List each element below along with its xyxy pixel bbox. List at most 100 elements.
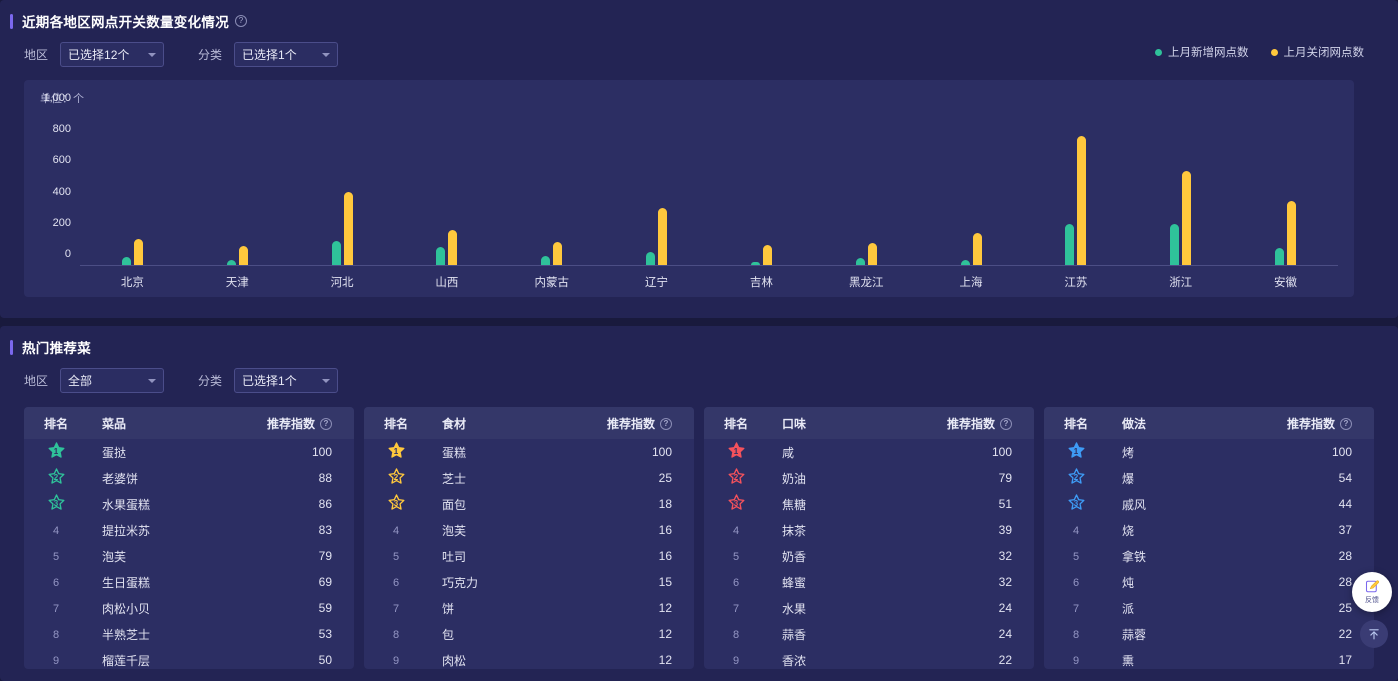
x-axis-label: 上海 — [959, 277, 983, 289]
chevron-down-icon — [322, 52, 331, 57]
bar-open-count — [1275, 248, 1285, 265]
filter-label-category: 分类 — [198, 374, 223, 388]
back-to-top-button[interactable] — [1360, 620, 1388, 648]
tables-category-select[interactable]: 已选择1个 — [234, 368, 339, 393]
table-row[interactable]: 1 蛋糕 100 — [364, 439, 694, 465]
table-row[interactable]: 9 榴莲千层 50 — [24, 647, 354, 669]
bar-group[interactable] — [919, 109, 1024, 265]
table-row[interactable]: 1 蛋挞 100 — [24, 439, 354, 465]
cell-name: 抹茶 — [782, 523, 807, 538]
help-circle-icon[interactable]: ? — [1000, 418, 1012, 431]
table-row[interactable]: 6 生日蛋糕 69 — [24, 569, 354, 595]
table-row[interactable]: 2 芝士 25 — [364, 465, 694, 491]
rank-number: 4 — [732, 525, 740, 537]
cell-name: 吐司 — [442, 549, 467, 564]
category-select[interactable]: 已选择1个 — [234, 42, 339, 67]
bar-group[interactable] — [80, 109, 185, 265]
rank-star-icon: 2 — [388, 468, 405, 485]
bar-group[interactable] — [1128, 109, 1233, 265]
table-row[interactable]: 3 戚风 44 — [1044, 491, 1374, 517]
help-circle-icon[interactable]: ? — [235, 15, 247, 27]
table-row[interactable]: 6 蜂蜜 32 — [704, 569, 1034, 595]
bar-open-count — [436, 247, 446, 265]
table-row[interactable]: 9 肉松 12 — [364, 647, 694, 669]
table-row[interactable]: 5 奶香 32 — [704, 543, 1034, 569]
bar-group[interactable] — [394, 109, 499, 265]
bar-group[interactable] — [709, 109, 814, 265]
cell-name: 戚风 — [1122, 497, 1147, 512]
table-row[interactable]: 6 巧克力 15 — [364, 569, 694, 595]
tables-region-select[interactable]: 全部 — [60, 368, 165, 393]
table-row[interactable]: 1 烤 100 — [1044, 439, 1374, 465]
table-row[interactable]: 5 拿铁 28 — [1044, 543, 1374, 569]
table-row[interactable]: 2 老婆饼 88 — [24, 465, 354, 491]
help-circle-icon[interactable]: ? — [1340, 418, 1352, 431]
cell-rank: 9 — [364, 647, 428, 669]
table-row[interactable]: 7 饼 12 — [364, 595, 694, 621]
legend-label: 上月新增网点数 — [1168, 47, 1249, 59]
bar-group[interactable] — [290, 109, 395, 265]
table-row[interactable]: 5 吐司 16 — [364, 543, 694, 569]
bar-group[interactable] — [499, 109, 604, 265]
table-row[interactable]: 2 奶油 79 — [704, 465, 1034, 491]
table-row[interactable]: 4 烧 37 — [1044, 517, 1374, 543]
feedback-button[interactable]: 反馈 — [1352, 572, 1392, 612]
table-row[interactable]: 3 焦糖 51 — [704, 491, 1034, 517]
cell-rank: 7 — [1044, 595, 1108, 621]
x-axis-label: 浙江 — [1169, 277, 1193, 289]
table-row[interactable]: 8 包 12 — [364, 621, 694, 647]
cell-score: 50 — [318, 653, 332, 667]
table-row[interactable]: 3 水果蛋糕 86 — [24, 491, 354, 517]
cell-rank: 9 — [704, 647, 768, 669]
table-row[interactable]: 3 面包 18 — [364, 491, 694, 517]
table-row[interactable]: 7 肉松小贝 59 — [24, 595, 354, 621]
region-select[interactable]: 已选择12个 — [60, 42, 165, 67]
bar-group[interactable] — [814, 109, 919, 265]
cell-rank: 3 — [704, 491, 768, 517]
rank-star-icon: 2 — [48, 468, 65, 485]
rank-number: 4 — [1072, 525, 1080, 537]
cell-name: 香浓 — [782, 653, 807, 668]
y-axis-tick: 400 — [52, 185, 71, 198]
table-row[interactable]: 4 抹茶 39 — [704, 517, 1034, 543]
dashboard-page: 近期各地区网点开关数量变化情况 ? 地区 已选择12个 分类 已选择1个 上月新… — [0, 0, 1398, 681]
table-row[interactable]: 8 蒜蓉 22 — [1044, 621, 1374, 647]
bar-group[interactable] — [185, 109, 290, 265]
table-row[interactable]: 4 泡芙 16 — [364, 517, 694, 543]
bar-group[interactable] — [604, 109, 709, 265]
table-row[interactable]: 6 炖 28 — [1044, 569, 1374, 595]
cell-name: 老婆饼 — [102, 471, 139, 486]
table-row[interactable]: 1 咸 100 — [704, 439, 1034, 465]
rank-star-icon: 1 — [1068, 442, 1085, 459]
filter-label-region: 地区 — [24, 48, 49, 62]
rank-number: 5 — [732, 551, 740, 563]
legend-item-close[interactable]: 上月关闭网点数 — [1270, 44, 1364, 60]
y-axis-tick: 200 — [52, 216, 71, 229]
ranking-table: 排名 口味 推荐指数? 1 咸 100 2 奶油 79 3 焦糖 51 4 抹茶 39 5 奶香 32 6 蜂蜜 32 7… — [704, 407, 1034, 669]
x-axis-label: 山西 — [435, 277, 459, 289]
table-row[interactable]: 7 水果 24 — [704, 595, 1034, 621]
table-row[interactable]: 9 香浓 22 — [704, 647, 1034, 669]
table-row[interactable]: 7 派 25 — [1044, 595, 1374, 621]
chart-section: 近期各地区网点开关数量变化情况 ? 地区 已选择12个 分类 已选择1个 上月新… — [0, 0, 1398, 318]
cell-rank: 3 — [24, 491, 88, 517]
table-row[interactable]: 2 爆 54 — [1044, 465, 1374, 491]
table-row[interactable]: 9 熏 17 — [1044, 647, 1374, 669]
table-row[interactable]: 5 泡芙 79 — [24, 543, 354, 569]
cell-score: 79 — [998, 471, 1012, 485]
cell-name: 水果 — [782, 601, 807, 616]
cell-rank: 7 — [704, 595, 768, 621]
help-circle-icon[interactable]: ? — [660, 418, 672, 431]
table-row[interactable]: 8 半熟芝士 53 — [24, 621, 354, 647]
table-row[interactable]: 8 蒜香 24 — [704, 621, 1034, 647]
bar-group[interactable] — [1233, 109, 1338, 265]
legend-dot-icon — [1155, 48, 1162, 56]
rank-number: 5 — [392, 551, 400, 563]
legend-item-open[interactable]: 上月新增网点数 — [1155, 44, 1249, 60]
bar-group[interactable] — [1023, 109, 1128, 265]
cell-score: 54 — [1338, 471, 1352, 485]
table-row[interactable]: 4 提拉米苏 83 — [24, 517, 354, 543]
cell-name: 提拉米苏 — [102, 523, 151, 538]
help-circle-icon[interactable]: ? — [320, 418, 332, 431]
bar-open-count — [750, 261, 760, 265]
